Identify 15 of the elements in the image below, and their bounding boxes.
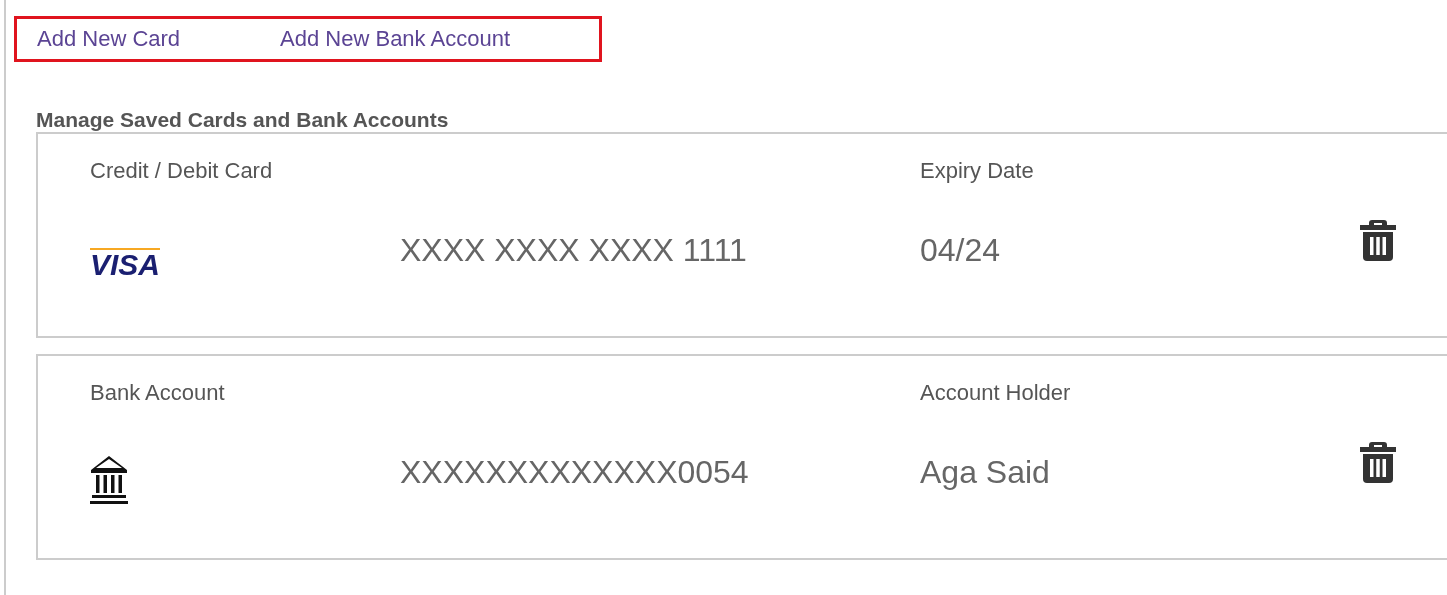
detail-label: Account Holder — [920, 380, 1072, 406]
delete-icon[interactable] — [1358, 440, 1398, 484]
add-link[interactable]: Add New Card — [37, 26, 181, 52]
account-number: XXXXXXXXXXXXX0054 — [400, 453, 750, 491]
account-type-label: Bank Account — [90, 380, 226, 406]
account-type-label: Credit / Debit Card — [90, 158, 274, 184]
visa-logo: VISA — [90, 248, 161, 280]
delete-icon[interactable] — [1358, 218, 1398, 262]
detail-value: 04/24 — [920, 231, 1002, 269]
detail-value: Aga Said — [920, 453, 1051, 491]
section-heading: Manage Saved Cards and Bank Accounts — [36, 108, 450, 132]
account-number: XXXX XXXX XXXX 1111 — [400, 231, 748, 269]
bank-building-icon — [90, 455, 128, 505]
detail-label: Expiry Date — [920, 158, 1035, 184]
add-link[interactable]: Add New Bank Account — [280, 26, 510, 52]
